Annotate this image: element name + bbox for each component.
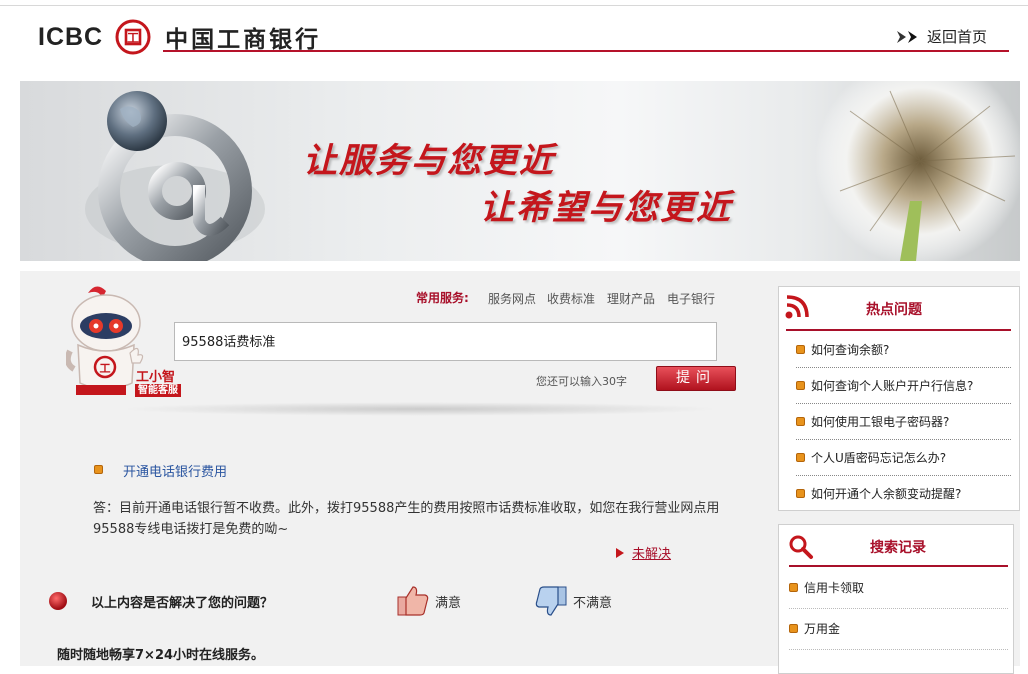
unsatisfied-label: 不满意: [573, 595, 613, 611]
history-item[interactable]: 信用卡领取: [789, 567, 1008, 609]
service-link-outlets[interactable]: 服务网点: [488, 290, 536, 307]
bullet-icon: [789, 583, 798, 592]
hot-question-label: 如何查询个人账户开户行信息?: [811, 378, 974, 393]
hot-question-item[interactable]: 个人U盾密码忘记怎么办?: [796, 439, 1011, 476]
bullet-icon: [796, 416, 805, 426]
slogan-line-2: 让希望与您更近: [480, 188, 732, 228]
bullet-icon: [789, 624, 798, 633]
top-divider: [0, 5, 1028, 6]
thumbs-down-icon: [535, 586, 567, 616]
header-rule: [163, 50, 1009, 52]
search-history-title: 搜索记录: [870, 540, 926, 556]
history-item[interactable]: 万用金: [789, 608, 1008, 650]
play-triangle-icon: [616, 547, 624, 558]
question-bullet-icon: [94, 465, 103, 474]
emblem-glyph: 工: [127, 31, 139, 45]
double-arrow-icon: [897, 30, 917, 43]
bullet-icon: [796, 452, 805, 462]
service-link-wealth[interactable]: 理财产品: [607, 290, 655, 307]
char-counter: 您还可以输入30字: [536, 375, 627, 388]
input-shadow: [120, 402, 720, 416]
hot-question-item[interactable]: 如何查询个人账户开户行信息?: [796, 367, 1011, 404]
hot-question-item[interactable]: 如何使用工银电子密码器?: [796, 403, 1011, 440]
result-question[interactable]: 开通电话银行费用: [123, 461, 227, 480]
logo-text: ICBC: [38, 22, 104, 51]
home-link-label: 返回首页: [927, 28, 988, 46]
icbc-emblem-icon: 工: [115, 19, 151, 55]
banner: 让服务与您更近 让希望与您更近: [20, 81, 1020, 261]
unsolved-link[interactable]: 未解决: [614, 543, 671, 562]
bullet-icon: [796, 488, 805, 498]
bullet-icon: [796, 344, 805, 354]
assistant-name: 工小智: [136, 370, 176, 385]
history-item-label: 信用卡领取: [804, 581, 865, 595]
question-input[interactable]: 95588话费标准: [174, 322, 717, 361]
ask-button[interactable]: 提问: [656, 366, 736, 391]
thumbs-up-icon: [397, 586, 429, 616]
magnifier-icon: [789, 535, 813, 559]
service-link-fees[interactable]: 收费标准: [547, 290, 595, 307]
service-link-ebank[interactable]: 电子银行: [667, 290, 715, 307]
result-answer: 答：目前开通电话银行暂不收费。此外，拨打95588产生的费用按照市话费标准收取，…: [93, 501, 720, 537]
hot-question-label: 如何开通个人余额变动提醒?: [811, 486, 962, 501]
home-link[interactable]: 返回首页: [895, 26, 987, 47]
hot-questions-title: 热点问题: [866, 302, 922, 318]
service-promo: 随时随地畅享7×24小时在线服务。: [57, 648, 265, 663]
satisfied-label: 满意: [435, 595, 462, 611]
hot-question-label: 个人U盾密码忘记怎么办?: [811, 450, 947, 465]
history-item-label: 万用金: [804, 622, 841, 636]
icbc-logo[interactable]: ICBC 工 中国工商银行: [38, 19, 322, 55]
slogan-line-1: 让服务与您更近: [303, 141, 555, 181]
services-label: 常用服务:: [416, 291, 469, 305]
red-dot-icon: [49, 592, 67, 610]
bank-name: 中国工商银行: [165, 27, 322, 53]
rss-icon: [785, 295, 809, 319]
feedback-prompt: 以上内容是否解决了您的问题？: [91, 596, 274, 611]
bullet-icon: [796, 380, 805, 390]
hot-question-item[interactable]: 如何开通个人余额变动提醒?: [796, 475, 1011, 511]
hot-question-item[interactable]: 如何查询余额?: [796, 331, 1011, 368]
unsolved-label: 未解决: [632, 547, 672, 562]
satisfied-button[interactable]: 满意: [396, 585, 461, 617]
unsatisfied-button[interactable]: 不满意: [534, 585, 612, 617]
hot-question-label: 如何使用工银电子密码器?: [811, 414, 950, 429]
hot-question-label: 如何查询余额?: [811, 342, 890, 357]
assistant-tag: 智能客服: [135, 384, 181, 397]
mascot-badge-glyph: 工: [100, 362, 111, 375]
at-sign-globe-icon: [85, 91, 265, 261]
dandelion-image: [815, 81, 1020, 261]
